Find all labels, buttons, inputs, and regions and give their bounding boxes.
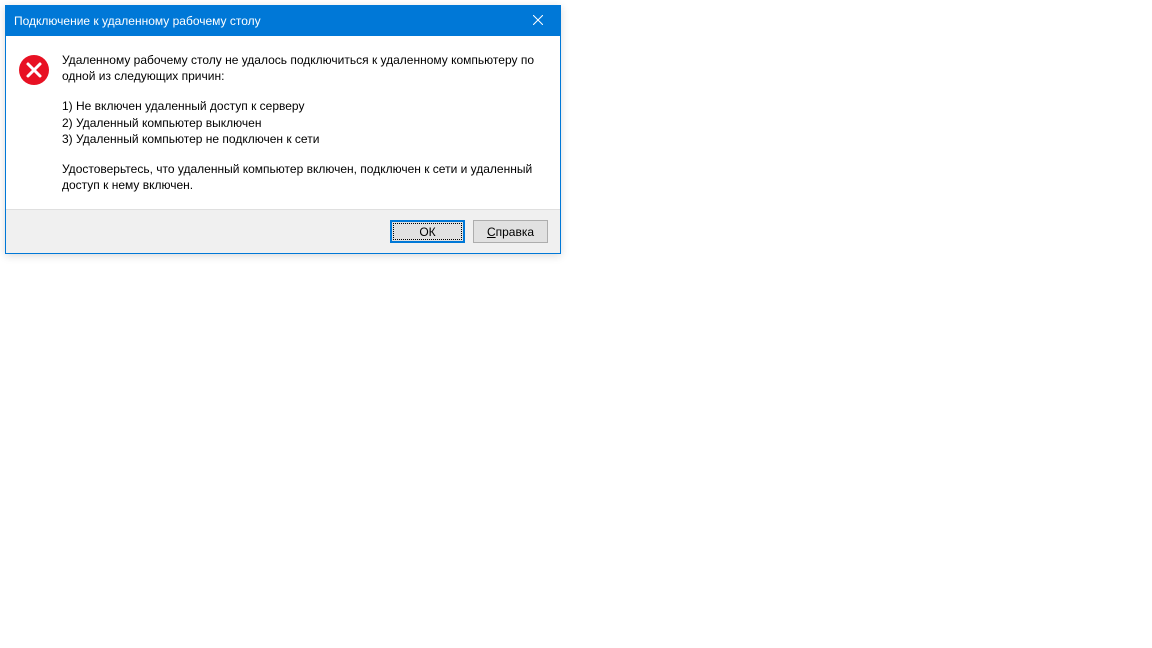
dialog-title: Подключение к удаленному рабочему столу (14, 14, 261, 28)
close-button[interactable] (515, 6, 560, 36)
button-bar: ОК Справка (6, 209, 560, 253)
error-dialog: Подключение к удаленному рабочему столу … (5, 5, 561, 254)
reasons-list: 1) Не включен удаленный доступ к серверу… (62, 98, 548, 147)
reason-2: 2) Удаленный компьютер выключен (62, 115, 548, 131)
titlebar[interactable]: Подключение к удаленному рабочему столу (6, 6, 560, 36)
message-intro: Удаленному рабочему столу не удалось под… (62, 52, 548, 84)
error-icon (18, 54, 50, 86)
reason-1: 1) Не включен удаленный доступ к серверу (62, 98, 548, 114)
message-footer: Удостоверьтесь, что удаленный компьютер … (62, 161, 548, 193)
message-area: Удаленному рабочему столу не удалось под… (62, 52, 548, 197)
help-button-accel: С (487, 225, 496, 239)
help-button[interactable]: Справка (473, 220, 548, 243)
reason-3: 3) Удаленный компьютер не подключен к се… (62, 131, 548, 147)
close-icon (533, 14, 543, 28)
dialog-content: Удаленному рабочему столу не удалось под… (6, 36, 560, 209)
ok-button[interactable]: ОК (390, 220, 465, 243)
help-button-rest: правка (496, 225, 534, 239)
ok-button-label: ОК (419, 225, 435, 239)
